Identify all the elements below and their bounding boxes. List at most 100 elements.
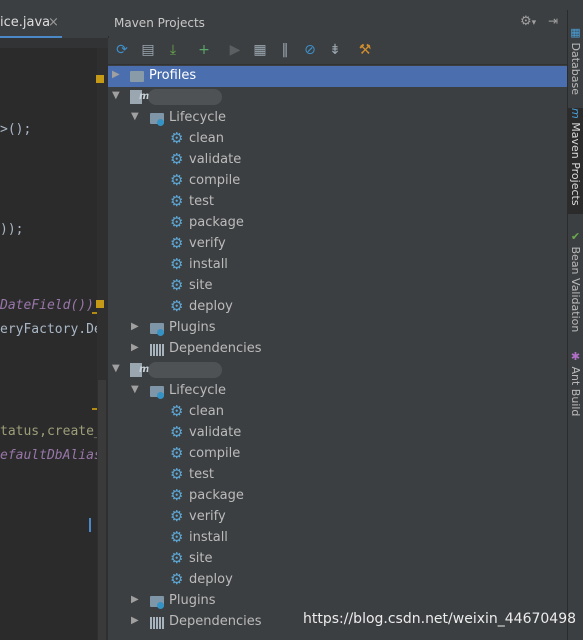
tab-label: Ant Build	[569, 366, 582, 417]
warning-marker[interactable]	[96, 300, 104, 308]
bean-icon: ✔	[569, 230, 582, 247]
tree-item-label: validate	[189, 152, 242, 167]
tree-item-label: site	[189, 551, 213, 566]
tree-item-phase[interactable]: ⚙ package	[108, 486, 567, 507]
gear-icon: ⚙	[170, 402, 184, 420]
tree-item-label: install	[189, 530, 228, 545]
tab-label: Maven Projects	[569, 122, 582, 206]
tree-item-phase[interactable]: ⚙ deploy	[108, 570, 567, 591]
gear-icon: ⚙	[170, 255, 184, 273]
tree-item-phase[interactable]: ⚙ test	[108, 192, 567, 213]
redacted-project-name	[148, 89, 222, 105]
tree-item-phase[interactable]: ⚙ validate	[108, 150, 567, 171]
expand-arrow-icon: ▶	[112, 69, 120, 80]
code-editor[interactable]	[0, 0, 108, 640]
expand-arrow-icon: ▶	[131, 594, 139, 605]
panel-title: Maven Projects	[114, 16, 205, 30]
run-config-icon[interactable]: ▦	[251, 40, 269, 60]
toggle-offline-icon[interactable]: ‖	[276, 40, 294, 60]
tab-database[interactable]: ▦ Database	[567, 26, 583, 95]
run-icon[interactable]: ▶	[226, 40, 244, 60]
collapse-all-icon[interactable]: ⇟	[326, 40, 344, 60]
tree-item-label: verify	[189, 509, 226, 524]
tree-item-plugins[interactable]: ▶ Plugins	[108, 591, 567, 612]
gear-icon: ⚙	[170, 171, 184, 189]
tree-item-phase[interactable]: ⚙ compile	[108, 171, 567, 192]
tab-bean-validation[interactable]: ✔ Bean Validation	[567, 230, 583, 332]
tree-item-dependencies[interactable]: ▶ Dependencies	[108, 339, 567, 360]
maven-settings-icon[interactable]: ⚒	[356, 40, 374, 60]
tree-item-phase[interactable]: ⚙ verify	[108, 507, 567, 528]
tree-item-phase[interactable]: ⚙ install	[108, 528, 567, 549]
tree-item-label: deploy	[189, 572, 233, 587]
gear-icon: ⚙	[170, 297, 184, 315]
tree-item-label: test	[189, 467, 214, 482]
hide-panel-icon[interactable]: ⇥	[548, 14, 558, 28]
tree-item-label: Plugins	[169, 320, 216, 335]
generate-sources-icon[interactable]: ▤	[139, 40, 157, 60]
settings-badge-icon	[157, 602, 164, 609]
folder-icon	[130, 71, 144, 82]
gear-icon: ⚙	[170, 213, 184, 231]
tree-item-label: Profiles	[149, 68, 197, 83]
tree-item-label: verify	[189, 236, 226, 251]
reimport-icon[interactable]: ⟳	[113, 40, 131, 60]
tree-item-phase[interactable]: ⚙ test	[108, 465, 567, 486]
editor-scroll-thumb[interactable]	[98, 380, 106, 640]
tree-item-phase[interactable]: ⚙ install	[108, 255, 567, 276]
tree-item-label: clean	[189, 404, 224, 419]
tree-item-project[interactable]: ▼ m	[108, 87, 567, 108]
collapse-arrow-icon: ▼	[112, 363, 120, 374]
tree-item-plugins[interactable]: ▶ Plugins	[108, 318, 567, 339]
collapse-arrow-icon: ▼	[112, 90, 120, 101]
tab-maven-projects[interactable]: m Maven Projects	[567, 108, 583, 214]
code-line: efaultDbAlias)	[0, 448, 110, 463]
tree-item-phase[interactable]: ⚙ site	[108, 276, 567, 297]
tree-item-phase[interactable]: ⚙ clean	[108, 129, 567, 150]
code-line: tatus,create_t	[0, 424, 110, 439]
tree-item-profiles[interactable]: ▶ Profiles	[108, 66, 567, 87]
maven-icon: m	[569, 108, 582, 123]
tab-ant-build[interactable]: ✱ Ant Build	[567, 350, 583, 416]
tree-item-label: validate	[189, 425, 242, 440]
settings-badge-icon	[157, 392, 164, 399]
tree-item-phase[interactable]: ⚙ compile	[108, 444, 567, 465]
skip-tests-icon[interactable]: ⊘	[301, 40, 319, 60]
tree-item-label: install	[189, 257, 228, 272]
gear-icon: ⚙	[170, 276, 184, 294]
tree-item-label: package	[189, 488, 244, 503]
redacted-project-name	[148, 362, 222, 378]
gear-icon: ⚙	[170, 528, 184, 546]
warning-marker[interactable]	[96, 75, 104, 83]
download-icon[interactable]: ⤓	[164, 40, 182, 60]
tree-item-label: deploy	[189, 299, 233, 314]
tree-item-phase[interactable]: ⚙ verify	[108, 234, 567, 255]
tree-item-label: Dependencies	[169, 614, 262, 629]
tree-item-phase[interactable]: ⚙ package	[108, 213, 567, 234]
tree-item-project[interactable]: ▼ m	[108, 360, 567, 381]
dependencies-icon	[150, 344, 164, 356]
code-line: ));	[0, 222, 24, 237]
gear-icon: ⚙	[520, 14, 532, 29]
gear-icon: ⚙	[170, 549, 184, 567]
tree-item-label: Lifecycle	[169, 383, 227, 398]
tree-item-phase[interactable]: ⚙ clean	[108, 402, 567, 423]
editor-tab[interactable]: ice.java ×	[0, 10, 62, 38]
tree-item-phase[interactable]: ⚙ validate	[108, 423, 567, 444]
tree-item-label: site	[189, 278, 213, 293]
close-icon[interactable]: ×	[48, 10, 59, 36]
database-icon: ▦	[569, 26, 582, 43]
expand-arrow-icon: ▶	[131, 615, 139, 626]
gear-icon: ⚙	[170, 570, 184, 588]
gear-icon: ⚙	[170, 423, 184, 441]
tree-item-phase[interactable]: ⚙ deploy	[108, 297, 567, 318]
settings-icon[interactable]: ⚙▾	[520, 14, 536, 29]
tree-item-lifecycle[interactable]: ▼ Lifecycle	[108, 381, 567, 402]
gear-icon: ⚙	[170, 444, 184, 462]
tree-item-lifecycle[interactable]: ▼ Lifecycle	[108, 108, 567, 129]
tree-item-phase[interactable]: ⚙ site	[108, 549, 567, 570]
add-icon[interactable]: +	[195, 40, 213, 60]
gear-icon: ⚙	[170, 507, 184, 525]
editor-tab-label: ice.java	[0, 15, 51, 30]
code-line: eryFactory.Der	[0, 322, 110, 337]
